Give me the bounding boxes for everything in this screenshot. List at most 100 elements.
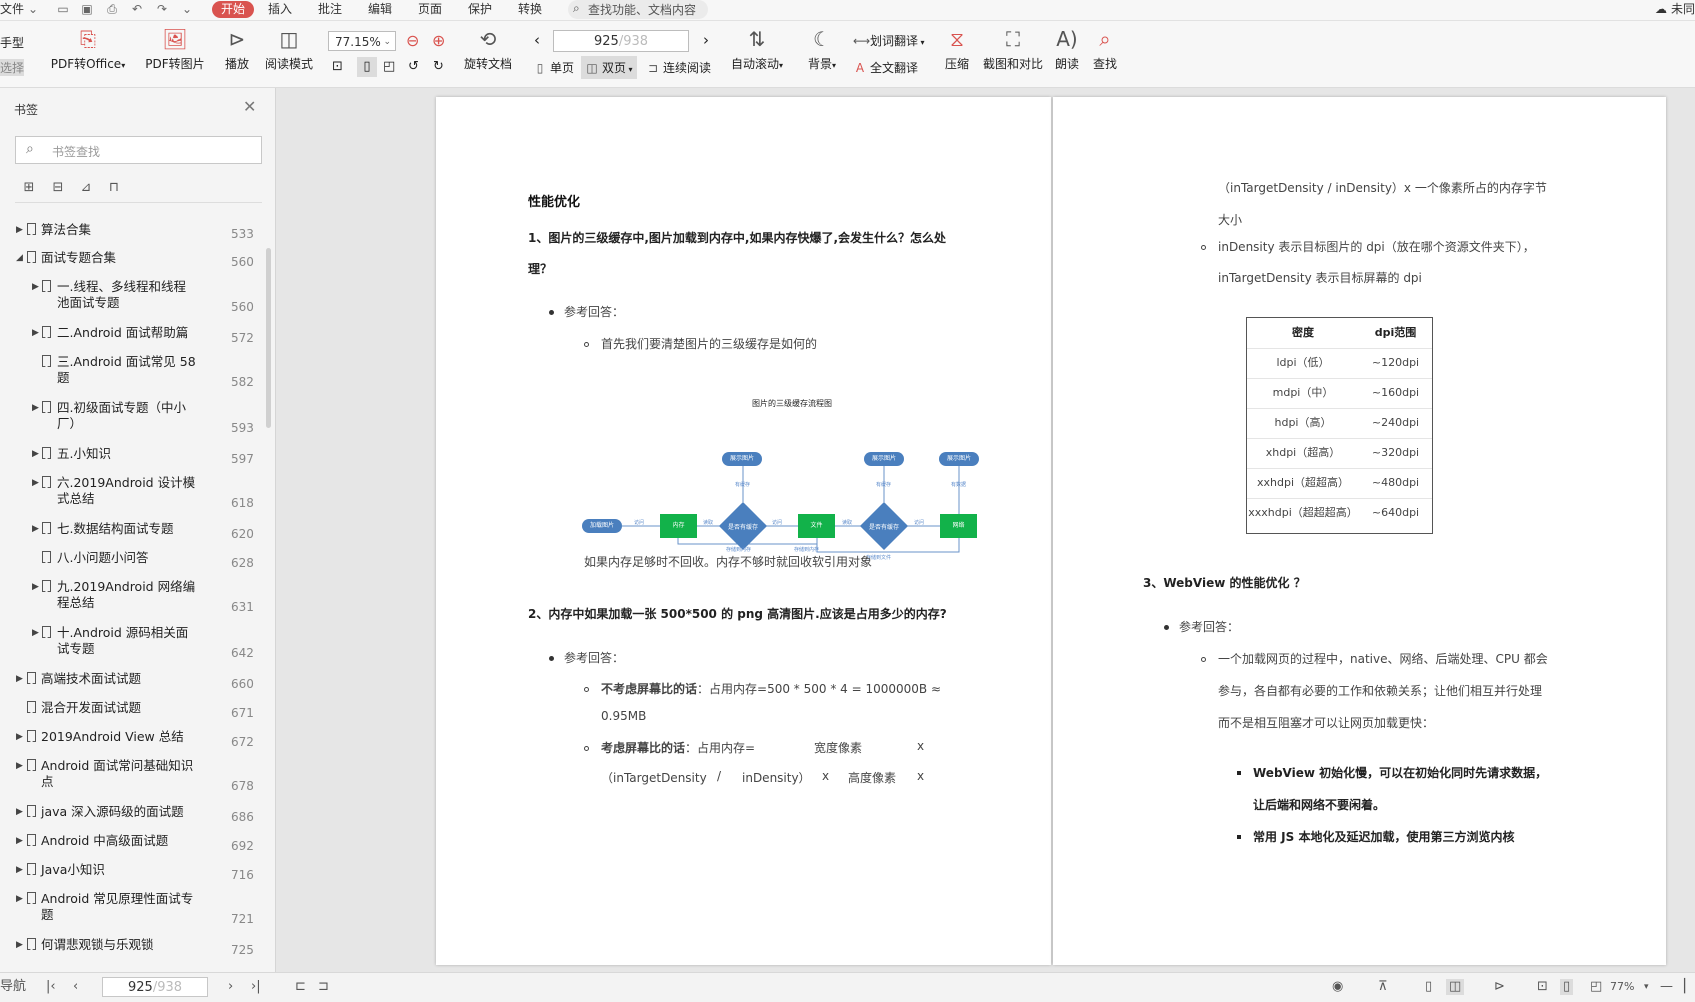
back-icon[interactable]: ⊏	[295, 979, 306, 995]
collapse-all-icon[interactable]: ⊟	[50, 180, 66, 196]
read-aloud-button[interactable]: A) 朗读	[1052, 27, 1082, 72]
bookmark-item[interactable]: ▶ 七.数据结构面试专题 620	[0, 521, 275, 545]
chevron-down-icon[interactable]: ⌄	[26, 2, 40, 16]
bookmark-item[interactable]: ▶ java 深入源码级的面试题 686	[0, 804, 275, 828]
expand-all-icon[interactable]: ⊞	[21, 180, 37, 196]
sync-status[interactable]: 未同	[1671, 1, 1695, 18]
pdf-to-office-button[interactable]: ⎘ PDF转Office▾	[48, 27, 128, 72]
bookmark-item[interactable]: ▶ 九.2019Android 网络编程总结 631	[0, 579, 275, 619]
zoom-out-icon[interactable]: —	[1660, 979, 1673, 995]
expand-arrow-icon[interactable]: ▶	[32, 625, 39, 641]
bookmark-item[interactable]: ▶ 十.Android 源码相关面试专题 642	[0, 625, 275, 665]
feature-search-box[interactable]: ⌕ 查找功能、文档内容	[568, 0, 708, 19]
bookmark-item[interactable]: ◢ 面试专题合集 560	[0, 250, 275, 274]
bookmark-item[interactable]: ▶ 四.初级面试专题（中小厂） 593	[0, 400, 275, 440]
next-page-icon[interactable]: ›	[703, 31, 709, 49]
play-button[interactable]: ⊳ 播放	[222, 27, 252, 72]
prev-page-icon[interactable]: ‹	[73, 979, 78, 995]
bookmark-item[interactable]: ▶ Android 常见原理性面试专题 721	[0, 891, 275, 931]
pdf-to-image-button[interactable]: 🖼︎ PDF转图片	[144, 27, 206, 72]
expand-arrow-icon[interactable]: ▶	[32, 279, 39, 295]
compress-button[interactable]: ⧖ 压缩	[942, 27, 972, 72]
tab-insert[interactable]: 插入	[268, 1, 292, 18]
tab-page[interactable]: 页面	[418, 1, 442, 18]
bookmark-item[interactable]: 三.Android 面试常见 58 题 582	[0, 354, 275, 394]
rotate-document-button[interactable]: ⟲ 旋转文档	[462, 27, 514, 72]
single-page-button[interactable]: ▯ 单页	[533, 59, 574, 76]
bookmark-item[interactable]: ▶ 一.线程、多线程和线程池面试专题 560	[0, 279, 275, 319]
close-icon[interactable]: ✕	[243, 97, 256, 116]
expand-arrow-icon[interactable]: ▶	[16, 758, 23, 774]
bookmark-item[interactable]: ▶ 2019Android View 总结 672	[0, 729, 275, 753]
bookmark-item[interactable]: ▶ Android 面试常问基础知识点 678	[0, 758, 275, 798]
actual-size-icon[interactable]: ⊡	[1537, 979, 1548, 995]
tab-edit[interactable]: 编辑	[368, 1, 392, 18]
bookmark-item[interactable]: ▶ Java小知识 716	[0, 862, 275, 886]
play-icon[interactable]: ⊳	[1494, 979, 1505, 995]
select-tool-button[interactable]: 选择	[0, 59, 25, 76]
page-number-input[interactable]: 925/938	[553, 30, 689, 52]
cloud-sync-icon[interactable]: ☁	[1655, 1, 1667, 18]
undo-icon[interactable]: ↶	[130, 2, 144, 16]
fit-height-icon[interactable]: ⊼	[1378, 979, 1388, 995]
expand-arrow-icon[interactable]: ▶	[16, 891, 23, 907]
single-page-icon[interactable]: ▯	[1425, 979, 1432, 995]
last-page-icon[interactable]: ›|	[251, 979, 261, 995]
zoom-in-icon[interactable]: ⊕	[432, 31, 445, 50]
save-icon[interactable]: ▣	[80, 2, 94, 16]
rotate-left-icon[interactable]: ↺	[408, 59, 419, 74]
prev-page-icon[interactable]: ‹	[534, 31, 540, 49]
bookmark-item[interactable]: ▶ 高端技术面试试题 660	[0, 671, 275, 695]
tab-convert[interactable]: 转换	[518, 1, 542, 18]
expand-arrow-icon[interactable]: ▶	[32, 400, 39, 416]
find-button[interactable]: ⌕ 查找	[1090, 27, 1120, 72]
zoom-select[interactable]: 77.15% ⌄	[328, 31, 396, 51]
bookmark-item[interactable]: ▶ 二.Android 面试帮助篇 572	[0, 325, 275, 349]
zoom-select-icon[interactable]: ◰	[1590, 979, 1602, 995]
expand-arrow-icon[interactable]: ▶	[32, 325, 39, 341]
bookmark-item[interactable]: 八.小问题小问答 628	[0, 550, 275, 574]
expand-arrow-icon[interactable]: ▶	[32, 521, 39, 537]
double-page-icon[interactable]: ◫	[1446, 979, 1465, 995]
auto-scroll-button[interactable]: ⇅ 自动滚动▾	[727, 27, 787, 72]
open-folder-icon[interactable]: ▭	[56, 2, 70, 16]
bookmark-search-input[interactable]: ⌕ 书签查找	[15, 136, 262, 164]
bookmark-item[interactable]: ▶ Android 中高级面试题 692	[0, 833, 275, 857]
chevron-down-icon[interactable]: ⌄	[180, 2, 194, 16]
actual-size-icon[interactable]: ⊡	[332, 59, 343, 74]
print-icon[interactable]: ⎙	[105, 2, 119, 16]
full-translate-button[interactable]: A 全文翻译	[853, 59, 918, 76]
navigation-toggle[interactable]: 导航	[0, 979, 26, 995]
add-bookmark-icon[interactable]: ⊿	[78, 180, 94, 196]
expand-arrow-icon[interactable]: ▶	[32, 446, 39, 462]
rotate-right-icon[interactable]: ↻	[433, 59, 444, 74]
zoom-out-icon[interactable]: ⊖	[406, 31, 419, 50]
expand-arrow-icon[interactable]: ▶	[32, 475, 39, 491]
fit-page-icon[interactable]: ▯	[1560, 979, 1574, 995]
bookmark-item[interactable]: ▶ 算法合集 533	[0, 222, 275, 246]
double-page-button[interactable]: ◫ 双页 ▾	[581, 56, 637, 79]
redo-icon[interactable]: ↷	[155, 2, 169, 16]
expand-arrow-icon[interactable]: ▶	[32, 579, 39, 595]
hand-tool-button[interactable]: 手型	[0, 34, 24, 51]
next-page-icon[interactable]: ›	[228, 979, 233, 995]
expand-arrow-icon[interactable]: ▶	[16, 729, 23, 745]
bookmark-item[interactable]: ▶ 何谓悲观锁与乐观锁 725	[0, 937, 275, 961]
bookmark-item[interactable]: ▶ 六.2019Android 设计模式总结 618	[0, 475, 275, 515]
expand-arrow-icon[interactable]: ▶	[16, 862, 23, 878]
read-mode-button[interactable]: ◫ 阅读模式	[264, 27, 314, 72]
chevron-down-icon[interactable]: ▾	[1644, 979, 1649, 995]
expand-arrow-icon[interactable]: ▶	[16, 671, 23, 687]
bookmark-icon[interactable]: ⊓	[106, 180, 122, 196]
screenshot-compare-button[interactable]: ⛶ 截图和对比	[980, 27, 1046, 72]
menu-file[interactable]: 文件	[0, 1, 24, 18]
eye-protection-icon[interactable]: ◉	[1332, 979, 1343, 995]
word-translate-button[interactable]: ⟷划词翻译 ▾	[853, 32, 925, 49]
bookmark-item[interactable]: 混合开发面试试题 671	[0, 700, 275, 724]
status-page-input[interactable]: 925/938	[102, 977, 208, 997]
status-zoom-value[interactable]: 77%	[1610, 979, 1634, 995]
forward-icon[interactable]: ⊐	[318, 979, 329, 995]
expand-arrow-icon[interactable]: ▶	[16, 804, 23, 820]
tab-start[interactable]: 开始	[212, 1, 255, 18]
first-page-icon[interactable]: |‹	[46, 979, 56, 995]
